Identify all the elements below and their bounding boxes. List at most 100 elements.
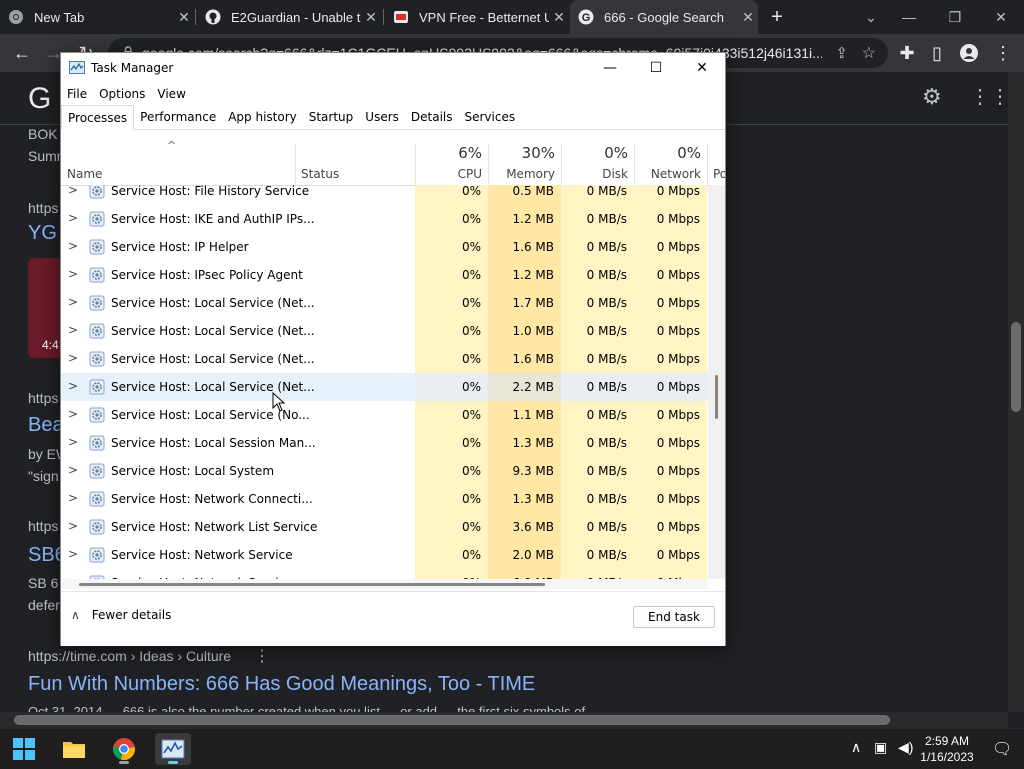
close-icon[interactable]: ✕ [978, 0, 1024, 34]
page-vertical-scrollbar[interactable] [1008, 72, 1024, 712]
browser-tab-active[interactable]: G 666 - Google Search ✕ [570, 0, 758, 34]
table-row[interactable]: > Service Host: Local System 0% 9.3 MB 0 MB/… [61, 457, 708, 485]
tab-close-icon[interactable]: ✕ [361, 9, 381, 26]
process-list-hscroll-thumb[interactable] [79, 583, 545, 586]
table-row[interactable]: > Service Host: File History Service 0% 0.5… [61, 185, 708, 205]
show-hidden-icons-chevron-icon[interactable]: ∧ [851, 739, 861, 756]
column-header-status[interactable]: Status [295, 131, 415, 185]
column-header-cpu[interactable]: 6% CPU [415, 131, 488, 185]
menu-file[interactable]: File [61, 83, 93, 105]
expand-chevron-icon[interactable]: > [67, 547, 79, 561]
column-header-name[interactable]: Name [61, 131, 295, 185]
restore-icon[interactable]: ❐ [932, 0, 978, 34]
notifications-icon[interactable]: 🗨 [992, 739, 1012, 759]
expand-chevron-icon[interactable]: > [67, 211, 79, 225]
extensions-puzzle-icon[interactable]: ✚ [894, 40, 920, 66]
taskbar-task-manager[interactable] [155, 733, 191, 765]
expand-chevron-icon[interactable]: > [67, 185, 79, 197]
table-row[interactable]: > Service Host: Network Connecti... 0% 1.3 … [61, 485, 708, 513]
expand-chevron-icon[interactable]: > [67, 351, 79, 365]
maximize-icon[interactable]: ☐ [633, 53, 679, 83]
result-link[interactable]: Fun With Numbers: 666 Has Good Meanings,… [28, 673, 535, 696]
share-icon[interactable]: ⇪ [835, 44, 848, 62]
result-link[interactable]: YG [28, 222, 57, 245]
expand-chevron-icon[interactable]: > [67, 239, 79, 253]
browser-tab[interactable]: VPN Free - Betternet U ✕ [393, 0, 569, 34]
taskbar-file-explorer[interactable] [56, 733, 92, 765]
close-icon[interactable]: ✕ [679, 53, 725, 83]
tab-services[interactable]: Services [459, 105, 522, 129]
process-list-hscrollbar[interactable] [61, 579, 708, 589]
side-panel-icon[interactable]: ▯ [924, 40, 950, 66]
table-row[interactable]: > Service Host: Network Service 0% 2.0 MB 0 … [61, 541, 708, 569]
page-horizontal-scrollbar[interactable] [0, 712, 1008, 728]
expand-chevron-icon[interactable]: > [67, 323, 79, 337]
expand-chevron-icon[interactable]: > [67, 435, 79, 449]
tab-close-icon[interactable]: ✕ [738, 9, 758, 26]
expand-chevron-icon[interactable]: > [67, 491, 79, 505]
column-header-network[interactable]: 0% Network [634, 131, 707, 185]
table-row[interactable]: >Service Host: Network Service0%6.9 MB0 … [61, 569, 708, 579]
expand-chevron-icon[interactable]: > [67, 519, 79, 533]
taskbar-chrome[interactable] [106, 733, 142, 765]
column-header-memory[interactable]: 30% Memory [488, 131, 561, 185]
apps-grid-icon[interactable]: ⋮⋮ [970, 84, 1008, 109]
table-row[interactable]: > Service Host: IPsec Policy Agent 0% 1.2 M… [61, 261, 708, 289]
settings-gear-icon[interactable]: ⚙ [922, 84, 942, 110]
result-url[interactable]: https://time.com › Ideas › Culture [28, 648, 231, 664]
google-logo[interactable]: G [28, 82, 51, 116]
network-icon[interactable]: ▣ [874, 739, 887, 756]
table-row[interactable]: > Service Host: Network List Service 0% 3.6… [61, 513, 708, 541]
table-row[interactable]: > Service Host: Local Service (No... 0% 1.1… [61, 401, 708, 429]
column-header-disk[interactable]: 0% Disk [561, 131, 634, 185]
table-row[interactable]: > Service Host: Local Service (Net... 0% 1.… [61, 345, 708, 373]
result-url[interactable]: https [28, 390, 58, 406]
expand-chevron-icon[interactable]: > [67, 295, 79, 309]
bookmark-star-icon[interactable]: ☆ [862, 43, 876, 63]
result-link[interactable]: Bea [28, 414, 64, 437]
browser-menu-icon[interactable]: ⋮ [990, 40, 1016, 66]
expand-chevron-icon[interactable]: > [67, 267, 79, 281]
menu-view[interactable]: View [151, 83, 191, 105]
tab-app-history[interactable]: App history [222, 105, 303, 129]
table-row[interactable]: > Service Host: Local Session Man... 0% 1.3… [61, 429, 708, 457]
fewer-details-button[interactable]: ∧ Fewer details [71, 608, 171, 622]
table-row[interactable]: > Service Host: IKE and AuthIP IPs... 0% 1.… [61, 205, 708, 233]
table-row[interactable]: > Service Host: IP Helper 0% 1.6 MB 0 MB/s 0 … [61, 233, 708, 261]
start-button[interactable] [6, 733, 42, 765]
tab-users[interactable]: Users [359, 105, 405, 129]
end-task-button[interactable]: End task [633, 606, 715, 628]
new-tab-button[interactable]: + [764, 4, 790, 30]
expand-chevron-icon[interactable]: > [67, 379, 79, 393]
tab-performance[interactable]: Performance [134, 105, 222, 129]
process-list-vscrollbar[interactable] [708, 185, 725, 579]
expand-chevron-icon[interactable]: > [67, 407, 79, 421]
table-row[interactable]: > Service Host: Local Service (Net... 0% 1.… [61, 317, 708, 345]
more-options-icon[interactable]: ⋮ [254, 646, 270, 666]
table-row[interactable]: > Service Host: Local Service (Net... 0% 1.… [61, 289, 708, 317]
page-scrollbar-thumb[interactable] [1011, 322, 1021, 412]
minimize-icon[interactable]: — [886, 0, 932, 34]
expand-chevron-icon[interactable]: > [67, 463, 79, 477]
taskbar-clock[interactable]: 2:59 AM 1/16/2023 [910, 733, 984, 765]
tab-processes[interactable]: Processes [61, 105, 135, 130]
result-url[interactable]: https [28, 200, 58, 216]
tab-details[interactable]: Details [405, 105, 459, 129]
tab-startup[interactable]: Startup [303, 105, 360, 129]
result-url[interactable]: https [28, 518, 58, 534]
browser-tab[interactable]: E2Guardian - Unable to ✕ [205, 0, 381, 34]
back-arrow-icon[interactable]: ← [9, 40, 35, 66]
process-list-scroll-thumb[interactable] [715, 375, 718, 419]
tab-search-icon[interactable]: ⌄ [856, 0, 886, 34]
column-header-power[interactable]: Po [707, 131, 725, 185]
profile-avatar-icon[interactable] [956, 40, 982, 66]
browser-tab[interactable]: New Tab ✕ [8, 0, 194, 34]
minimize-icon[interactable]: — [587, 53, 633, 83]
task-manager-titlebar[interactable]: Task Manager — ☐ ✕ [61, 53, 725, 83]
table-row[interactable]: > Service Host: Local Service (Net... 0% 2.… [61, 373, 708, 401]
video-thumbnail[interactable]: 4:4 [28, 258, 62, 358]
tab-close-icon[interactable]: ✕ [549, 9, 569, 26]
page-hscrollbar-thumb[interactable] [14, 715, 890, 725]
menu-options[interactable]: Options [93, 83, 151, 105]
tab-close-icon[interactable]: ✕ [174, 9, 194, 26]
